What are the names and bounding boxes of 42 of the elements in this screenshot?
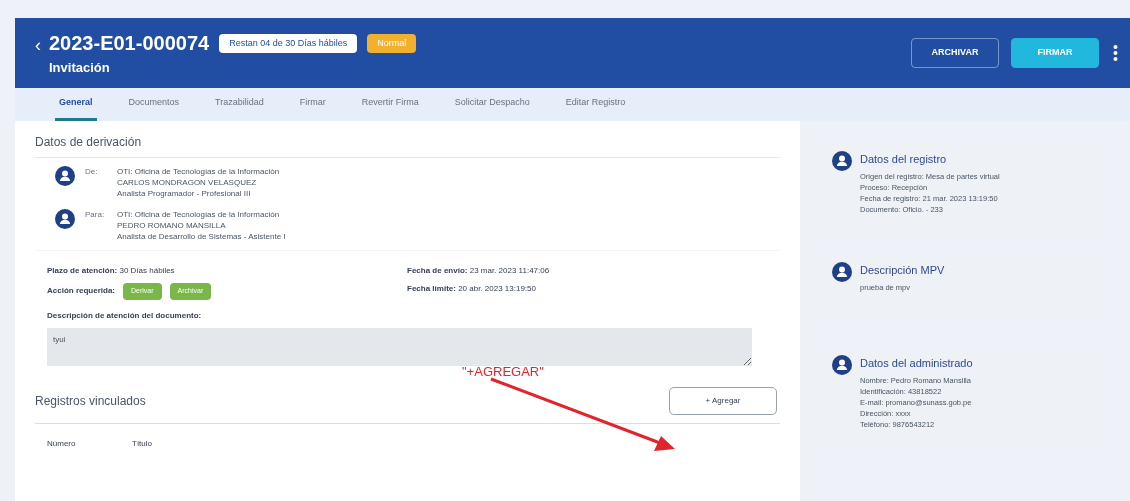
section-title: Registros vinculados (35, 392, 146, 410)
send-date-text: Fecha de envío: 23 mar. 2023 11:47:06 (407, 265, 551, 277)
card-title: Datos del administrado (860, 356, 973, 371)
user-icon (55, 209, 75, 229)
tab[interactable]: Solicitar Despacho (450, 95, 534, 121)
section-title: Datos de derivación (35, 133, 780, 158)
tab[interactable]: Firmar (295, 95, 330, 121)
user-icon (832, 151, 852, 171)
role-label: De: (85, 166, 99, 178)
priority-badge: Normal (367, 33, 417, 53)
tab[interactable]: Editar Registro (561, 95, 630, 121)
limit-date-text: Fecha límite: 20 abr. 2023 13:19:50 (407, 283, 537, 295)
party-line: OTI: Oficina de Tecnologías de la Información (117, 209, 281, 220)
record-title: 2023-E01-000074 (49, 31, 210, 57)
back-button[interactable]: ‹ (35, 32, 41, 59)
add-button[interactable]: + Agregar (669, 386, 777, 415)
user-icon (832, 355, 852, 375)
party-line: Analista Programador - Profesional III (117, 188, 252, 199)
party-line: Analista de Desarrollo de Sistemas - Asistente I (117, 231, 286, 242)
card-title: Descripción MPV (860, 263, 945, 278)
card-title: Datos del registro (860, 152, 948, 167)
sign-button[interactable]: FIRMAR (1011, 38, 1099, 68)
record-subtitle: Invitación (49, 59, 111, 78)
role-label: Para: (85, 209, 106, 221)
user-icon (55, 166, 75, 186)
column-header: Número (47, 437, 77, 450)
party-line: PEDRO ROMANO MANSILLA (117, 220, 227, 231)
annotation-text: "+AGREGAR" (462, 363, 544, 381)
user-icon (832, 262, 852, 282)
action-label: Acción requerida: (47, 285, 115, 298)
archive-button[interactable]: ARCHIVAR (911, 38, 999, 68)
tab[interactable]: Revertir Firma (357, 95, 423, 121)
tab[interactable]: Trazabilidad (211, 95, 268, 121)
description-field[interactable]: tyui (47, 327, 752, 366)
tab[interactable]: Documentos (124, 95, 184, 121)
deadline-text: Plazo de atención: 30 Días hábiles (47, 265, 176, 277)
column-header: Título (132, 437, 152, 450)
days-badge: Restan 04 de 30 Días hábiles (219, 33, 358, 53)
description-label: Descripción de atención del documento: (46, 309, 203, 322)
party-line: CARLOS MONDRAGON VELASQUEZ (117, 177, 258, 188)
party-line: OTI: Oficina de Tecnologías de la Información (117, 166, 280, 177)
more-icon[interactable] (1113, 44, 1118, 62)
